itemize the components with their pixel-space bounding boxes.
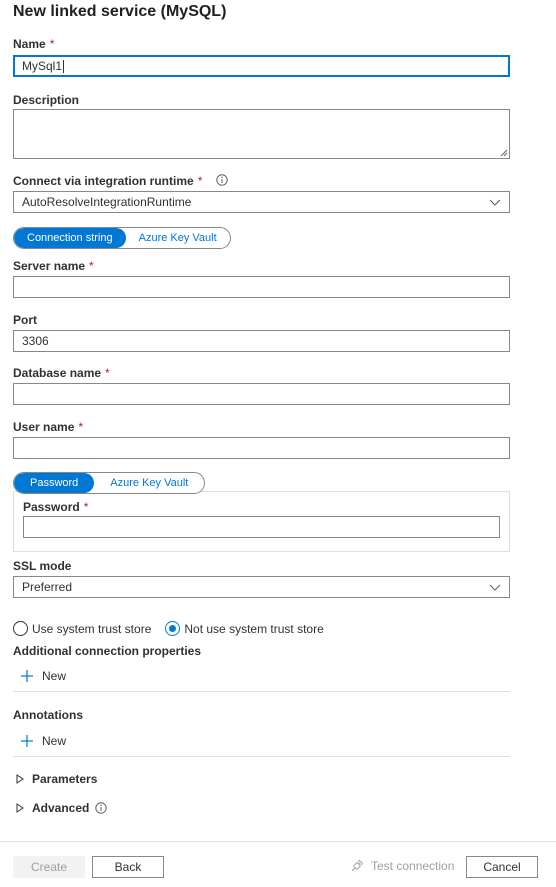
description-textarea[interactable] (13, 109, 510, 159)
annotations-label: Annotations (13, 708, 83, 722)
password-type-toggle[interactable]: Password Azure Key Vault (13, 472, 206, 494)
ssl-mode-value: Preferred (22, 580, 73, 594)
user-label-text: User name (13, 420, 75, 434)
plus-icon (21, 735, 33, 747)
password-input[interactable] (23, 516, 500, 538)
required-marker: * (83, 500, 89, 514)
parameters-label: Parameters (32, 772, 98, 786)
advanced-expander[interactable]: Advanced (16, 801, 108, 815)
port-input[interactable]: 3306 (13, 330, 510, 352)
not-use-system-trust-store-radio[interactable] (165, 621, 181, 636)
info-icon[interactable] (216, 174, 228, 186)
plug-icon (351, 859, 364, 872)
cancel-button[interactable]: Cancel (466, 856, 538, 878)
database-label-text: Database name (13, 366, 102, 380)
required-marker: * (78, 420, 84, 434)
azure-key-vault-option[interactable]: Azure Key Vault (126, 228, 230, 248)
connection-string-option[interactable]: Connection string (14, 228, 126, 248)
database-name-input[interactable] (13, 383, 510, 405)
server-label-text: Server name (13, 259, 86, 273)
caret-right-icon (16, 774, 24, 784)
add-annotation-label: New (42, 734, 67, 748)
create-button[interactable]: Create (13, 856, 85, 878)
divider (13, 691, 510, 692)
add-annotation-button[interactable]: New (20, 734, 66, 748)
divider (13, 756, 510, 757)
add-connection-property-button[interactable]: New (20, 669, 66, 683)
user-label: User name * (13, 420, 83, 434)
ssl-mode-label: SSL mode (13, 559, 72, 573)
page-title: New linked service (MySQL) (13, 3, 227, 20)
required-marker: * (197, 174, 203, 188)
parameters-expander[interactable]: Parameters (16, 772, 97, 786)
back-button[interactable]: Back (92, 856, 164, 878)
chevron-down-icon (489, 199, 501, 206)
footer-divider (0, 841, 556, 842)
info-icon[interactable] (95, 802, 108, 814)
add-connection-property-label: New (42, 669, 67, 683)
name-label: Name * (13, 37, 54, 51)
advanced-label: Advanced (32, 801, 90, 815)
password-option[interactable]: Password (14, 473, 95, 493)
database-label: Database name * (13, 366, 110, 380)
server-label: Server name * (13, 259, 94, 273)
not-use-system-trust-store-label[interactable]: Not use system trust store (184, 622, 323, 636)
test-connection-button[interactable]: Test connection (350, 859, 454, 873)
name-label-text: Name (13, 37, 46, 51)
additional-properties-label: Additional connection properties (13, 644, 202, 658)
runtime-label-text: Connect via integration runtime (13, 174, 194, 188)
caret-right-icon (16, 803, 24, 813)
runtime-label: Connect via integration runtime * (13, 174, 228, 188)
required-marker: * (89, 259, 94, 273)
use-system-trust-store-label[interactable]: Use system trust store (32, 622, 151, 636)
text-cursor (63, 60, 65, 74)
name-value: MySql1 (22, 59, 63, 73)
ssl-mode-dropdown[interactable]: Preferred (13, 576, 510, 598)
resize-handle-icon[interactable] (500, 149, 508, 157)
password-label-text: Password (23, 500, 80, 514)
required-marker: * (49, 37, 55, 51)
password-azure-key-vault-option[interactable]: Azure Key Vault (94, 473, 204, 493)
runtime-dropdown[interactable]: AutoResolveIntegrationRuntime (13, 191, 510, 213)
user-name-input[interactable] (13, 437, 510, 459)
runtime-value: AutoResolveIntegrationRuntime (22, 195, 192, 209)
password-label: Password * (23, 500, 88, 514)
port-value: 3306 (22, 334, 49, 348)
port-label: Port (13, 313, 37, 327)
server-name-input[interactable] (13, 276, 510, 298)
test-connection-label: Test connection (371, 859, 455, 873)
plus-icon (21, 670, 33, 682)
use-system-trust-store-radio[interactable] (13, 621, 28, 636)
chevron-down-icon (489, 584, 501, 591)
trust-store-radio-group: Use system trust store Not use system tr… (13, 621, 324, 636)
connection-type-toggle[interactable]: Connection string Azure Key Vault (13, 227, 231, 249)
description-label: Description (13, 93, 80, 107)
name-input[interactable]: MySql1 (13, 55, 510, 77)
required-marker: * (105, 366, 110, 380)
